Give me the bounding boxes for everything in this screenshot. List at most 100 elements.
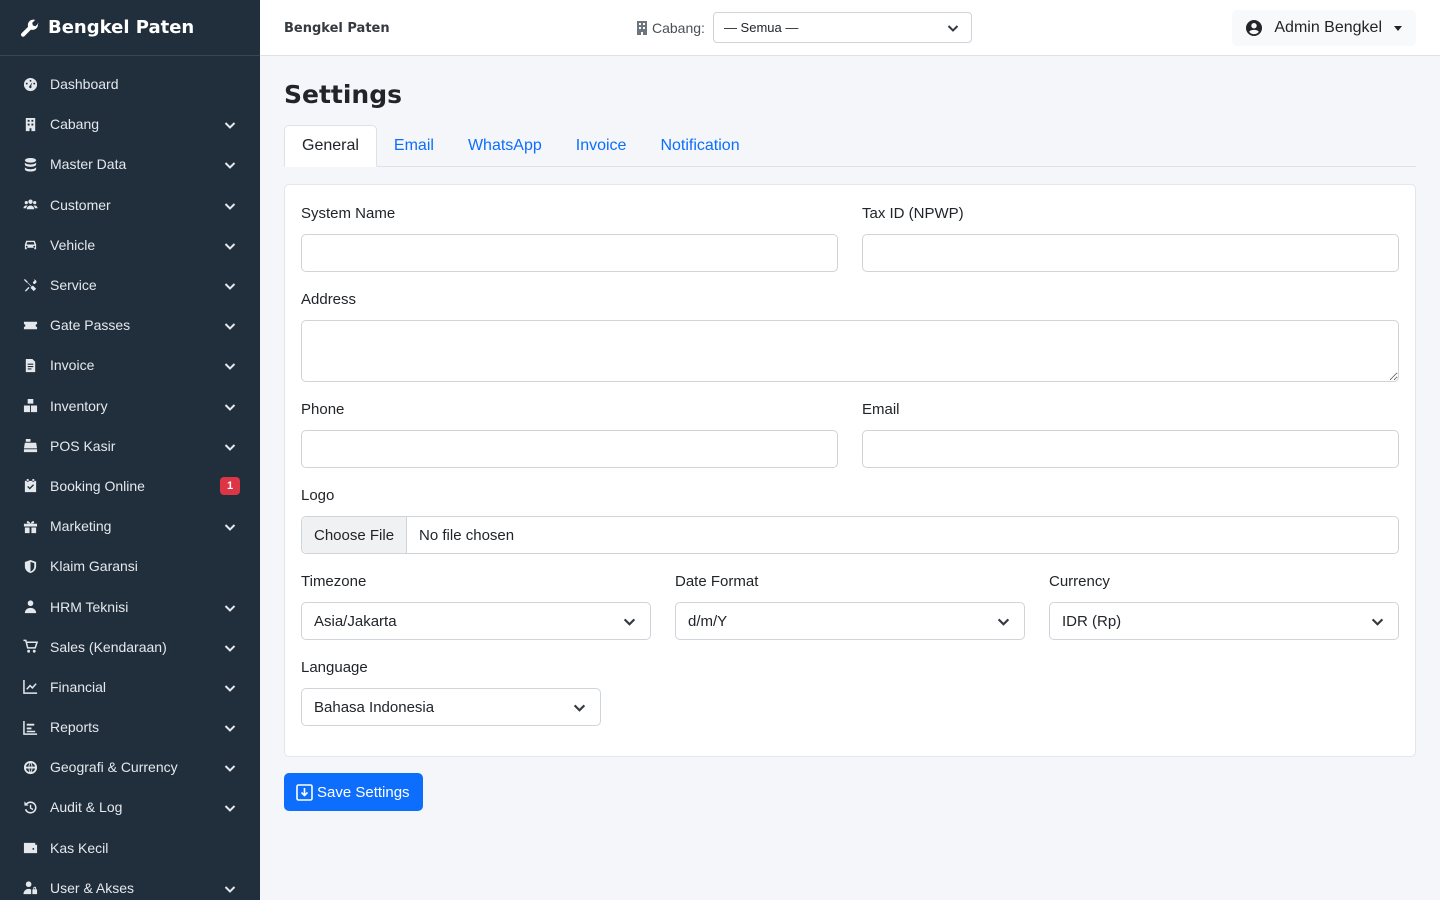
tax-id-input[interactable] — [862, 234, 1399, 272]
chevron-down-icon — [224, 801, 236, 813]
file-status: No file chosen — [419, 526, 515, 544]
chart-line-icon — [22, 679, 38, 695]
chevron-down-icon — [224, 400, 236, 412]
language-value: Bahasa Indonesia — [314, 698, 435, 716]
booking-count-badge: 1 — [220, 476, 240, 495]
system-name-input[interactable] — [301, 234, 838, 272]
sidebar-item-label: Gate Passes — [50, 317, 131, 334]
car-icon — [22, 237, 38, 253]
tab-whatsapp[interactable]: WhatsApp — [451, 125, 559, 167]
sidebar-item-customer[interactable]: Customer — [0, 185, 260, 225]
tax-id-label: Tax ID (NPWP) — [862, 205, 964, 222]
choose-file-button[interactable]: Choose File — [302, 517, 408, 553]
sidebar-item-label: Master Data — [50, 156, 127, 173]
sidebar-item-booking-online[interactable]: Booking Online 1 — [0, 466, 260, 506]
tab-general[interactable]: General — [284, 125, 377, 167]
sidebar-item-cabang[interactable]: Cabang — [0, 104, 260, 144]
phone-input[interactable] — [301, 430, 838, 468]
cash-register-icon — [22, 438, 38, 454]
chevron-down-icon — [947, 22, 959, 34]
sidebar-item-invoice[interactable]: Invoice — [0, 345, 260, 385]
brand[interactable]: Bengkel Paten — [0, 0, 260, 56]
calendar-check-icon — [22, 478, 38, 494]
shield-icon — [22, 558, 38, 574]
date-format-label: Date Format — [675, 573, 759, 590]
user-circle-icon — [1246, 20, 1263, 36]
sidebar-item-pos-kasir[interactable]: POS Kasir — [0, 426, 260, 466]
ticket-icon — [22, 317, 38, 333]
sidebar-item-hrm-teknisi[interactable]: HRM Teknisi — [0, 586, 260, 626]
wallet-icon — [22, 840, 38, 856]
sidebar-item-label: Sales (Kendaraan) — [50, 638, 167, 655]
page-title: Settings — [284, 80, 403, 109]
sidebar-item-marketing[interactable]: Marketing — [0, 506, 260, 546]
tab-invoice[interactable]: Invoice — [559, 125, 644, 167]
timezone-label: Timezone — [301, 573, 367, 590]
wrench-icon — [20, 18, 40, 38]
sidebar-item-inventory[interactable]: Inventory — [0, 386, 260, 426]
sidebar-item-label: Reports — [50, 719, 100, 736]
file-invoice-icon — [22, 357, 38, 373]
caret-down-icon — [1394, 25, 1402, 31]
sidebar-item-label: POS Kasir — [50, 437, 116, 454]
phone-group: Phone — [301, 401, 838, 468]
sidebar-item-kas-kecil[interactable]: Kas Kecil — [0, 828, 260, 868]
tab-notification[interactable]: Notification — [643, 125, 756, 167]
sidebar-item-label: Dashboard — [50, 76, 119, 93]
user-lock-icon — [22, 880, 38, 896]
sidebar-item-gate-passes[interactable]: Gate Passes — [0, 305, 260, 345]
branch-filter: Cabang: — Semua — — [636, 12, 972, 43]
chevron-down-icon — [224, 118, 236, 130]
sidebar-item-user-akses[interactable]: User & Akses — [0, 868, 260, 900]
address-textarea[interactable] — [301, 320, 1399, 382]
globe-icon — [22, 759, 38, 775]
sidebar-item-label: Inventory — [50, 397, 108, 414]
sidebar-item-dashboard[interactable]: Dashboard — [0, 64, 260, 104]
timezone-select[interactable]: Asia/Jakarta — [301, 602, 651, 640]
sidebar-item-financial[interactable]: Financial — [0, 667, 260, 707]
sidebar-item-service[interactable]: Service — [0, 265, 260, 305]
sidebar-item-label: Vehicle — [50, 236, 96, 253]
chevron-down-icon — [224, 319, 236, 331]
language-select[interactable]: Bahasa Indonesia — [301, 688, 601, 726]
sidebar-item-geografi-currency[interactable]: Geografi & Currency — [0, 747, 260, 787]
settings-card: System Name Tax ID (NPWP) Address Phone … — [284, 184, 1416, 757]
tab-email[interactable]: Email — [377, 125, 451, 167]
chevron-down-icon — [224, 721, 236, 733]
branch-select[interactable]: — Semua — — [712, 12, 972, 43]
phone-label: Phone — [301, 401, 345, 418]
email-group: Email — [862, 401, 1399, 468]
save-settings-label: Save Settings — [317, 783, 410, 801]
sidebar-item-reports[interactable]: Reports — [0, 707, 260, 747]
email-input[interactable] — [862, 430, 1399, 468]
chart-bar-icon — [22, 719, 38, 735]
sidebar-item-label: Cabang — [50, 116, 100, 133]
save-icon — [296, 783, 313, 801]
sidebar-item-sales-kendaraan[interactable]: Sales (Kendaraan) — [0, 627, 260, 667]
chevron-down-icon — [1371, 615, 1384, 628]
chevron-down-icon — [224, 520, 236, 532]
sidebar-item-label: Financial — [50, 678, 107, 695]
sidebar-item-label: Customer — [50, 196, 111, 213]
sidebar-item-label: Klaim Garansi — [50, 558, 138, 575]
sidebar-item-label: Kas Kecil — [50, 839, 109, 856]
date-format-select[interactable]: d/m/Y — [675, 602, 1025, 640]
sidebar-item-vehicle[interactable]: Vehicle — [0, 225, 260, 265]
logo-file-input[interactable]: Choose File No file chosen — [301, 516, 1399, 554]
currency-label: Currency — [1049, 573, 1110, 590]
currency-select[interactable]: IDR (Rp) — [1049, 602, 1399, 640]
chevron-down-icon — [573, 701, 586, 714]
chevron-down-icon — [623, 615, 636, 628]
sidebar-item-audit-log[interactable]: Audit & Log — [0, 787, 260, 827]
language-group: Language Bahasa Indonesia — [301, 659, 601, 726]
chevron-down-icon — [997, 615, 1010, 628]
user-menu-button[interactable]: Admin Bengkel — [1232, 10, 1416, 46]
chevron-down-icon — [224, 681, 236, 693]
email-label: Email — [862, 401, 900, 418]
database-icon — [22, 156, 38, 172]
timezone-value: Asia/Jakarta — [314, 612, 397, 630]
sidebar-item-klaim-garansi[interactable]: Klaim Garansi — [0, 546, 260, 586]
save-settings-button[interactable]: Save Settings — [284, 773, 423, 811]
sidebar-item-master-data[interactable]: Master Data — [0, 144, 260, 184]
tax-id-group: Tax ID (NPWP) — [862, 205, 1399, 272]
